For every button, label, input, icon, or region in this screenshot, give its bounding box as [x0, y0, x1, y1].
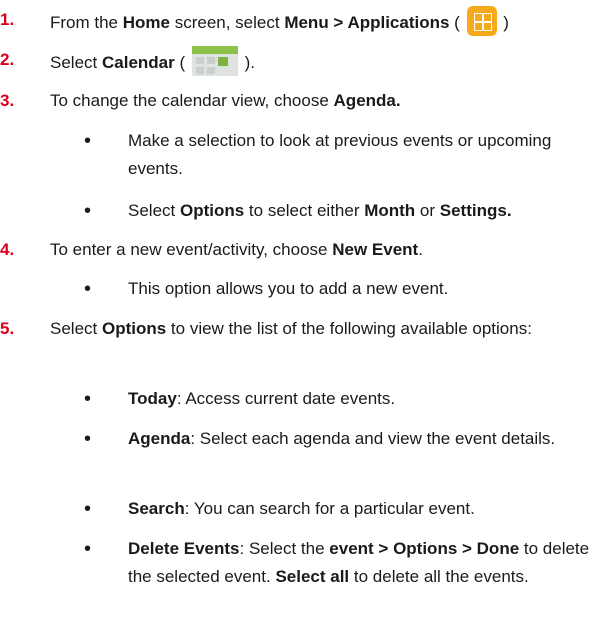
options-label: Options	[179, 201, 245, 220]
text-run: Select	[128, 201, 180, 220]
bullet-dot: •	[84, 278, 92, 300]
menu-path-label: Menu > Applications	[284, 13, 450, 32]
text-run: From the	[50, 13, 123, 32]
applications-grid-icon	[466, 6, 497, 36]
step-number: 1.	[0, 10, 15, 29]
bullet-dot: •	[84, 130, 92, 152]
text-run: : You can search for a particular event.	[184, 499, 475, 518]
new-event-label: New Event	[332, 240, 419, 259]
text-run: To change the calendar view, choose	[50, 91, 334, 110]
search-label: Search	[128, 499, 185, 518]
options-label: Options	[101, 319, 167, 338]
step-text: From the Home screen, select Menu > Appl…	[50, 6, 600, 37]
delete-events-label: Delete Events	[128, 539, 240, 558]
text-run: to view the list of the following availa…	[166, 319, 532, 338]
text-run: )	[498, 13, 509, 32]
bullet-dot: •	[84, 388, 92, 410]
text-run: ).	[239, 53, 255, 72]
step-number: 5.	[0, 319, 15, 338]
text-run: screen, select	[169, 13, 285, 32]
month-label: Month	[364, 201, 416, 220]
step-text: To enter a new event/activity, choose Ne…	[50, 236, 600, 264]
settings-label: Settings.	[439, 201, 512, 220]
step-text: Select Options to view the list of the f…	[50, 315, 570, 343]
step-text: Select Calendar ( ).	[50, 46, 600, 77]
text-run: : Access current date events.	[176, 389, 396, 408]
text-run: to select either	[244, 201, 365, 220]
agenda-label: Agenda.	[333, 91, 401, 110]
step-number: 3.	[0, 91, 15, 110]
bullet-text: Search: You can search for a particular …	[128, 495, 600, 523]
text-run: to delete all the events.	[349, 567, 529, 586]
menu-path-label: event > Options > Done	[329, 539, 520, 558]
bullet-text: Select Options to select either Month or…	[128, 197, 600, 225]
bullet-dot: •	[84, 498, 92, 520]
step-number: 4.	[0, 240, 15, 259]
text-run: : Select the	[239, 539, 330, 558]
text-run: : Select each agenda and view the event …	[190, 429, 556, 448]
text-run: (	[174, 53, 190, 72]
step-text: To change the calendar view, choose Agen…	[50, 87, 600, 115]
text-run: or	[415, 201, 440, 220]
bullet-dot: •	[84, 428, 92, 450]
bullet-dot: •	[84, 200, 92, 222]
today-label: Today	[128, 389, 177, 408]
bullet-text: Agenda: Select each agenda and view the …	[128, 425, 600, 453]
text-run: .	[418, 240, 423, 259]
text-run: (	[449, 13, 465, 32]
select-all-label: Select all	[275, 567, 350, 586]
step-number: 2.	[0, 50, 15, 69]
home-label: Home	[122, 13, 170, 32]
bullet-dot: •	[84, 538, 92, 560]
text-run: To enter a new event/activity, choose	[50, 240, 333, 259]
calendar-label: Calendar	[101, 53, 175, 72]
agenda-label: Agenda	[128, 429, 191, 448]
instruction-document: 1. From the Home screen, select Menu > A…	[0, 0, 608, 635]
bullet-text: Delete Events: Select the event > Option…	[128, 535, 600, 591]
bullet-text: This option allows you to add a new even…	[128, 279, 449, 298]
bullet-text: Today: Access current date events.	[128, 385, 600, 413]
calendar-app-icon	[191, 46, 238, 76]
text-run: Select	[50, 319, 102, 338]
bullet-text: Make a selection to look at previous eve…	[128, 131, 552, 178]
text-run: Select	[50, 53, 102, 72]
